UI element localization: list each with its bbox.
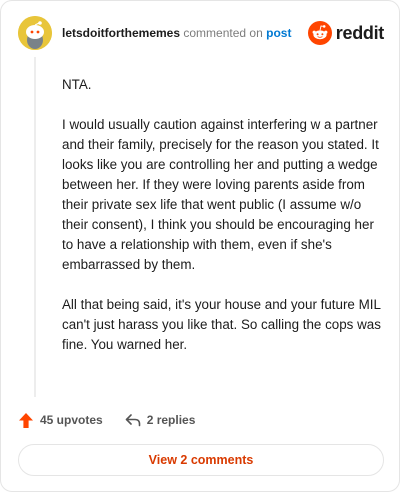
reply-arrow-icon bbox=[125, 414, 141, 427]
comment-paragraph: All that being said, it's your house and… bbox=[62, 297, 381, 352]
comment-actions: 45 upvotes 2 replies bbox=[18, 410, 195, 430]
upvote-button[interactable]: 45 upvotes bbox=[18, 412, 103, 429]
upvotes-count: 45 upvotes bbox=[40, 413, 103, 427]
comment-body: NTA. I would usually caution against int… bbox=[62, 75, 382, 375]
reddit-wordmark: reddit bbox=[335, 22, 385, 43]
post-link[interactable]: post bbox=[266, 26, 291, 40]
thread-line bbox=[34, 57, 36, 397]
upvote-arrow-icon bbox=[19, 412, 33, 428]
avatar[interactable] bbox=[18, 16, 52, 50]
reddit-brand[interactable]: reddit bbox=[307, 21, 385, 45]
reddit-logo-icon bbox=[307, 21, 332, 45]
comment-card: letsdoitforthememes commented on post re… bbox=[0, 0, 400, 492]
snoo-avatar-icon bbox=[18, 16, 52, 50]
action-text: commented on bbox=[183, 26, 263, 40]
comment-paragraph: I would usually caution against interfer… bbox=[62, 117, 379, 272]
replies-count: 2 replies bbox=[146, 413, 196, 427]
username[interactable]: letsdoitforthememes bbox=[62, 26, 180, 40]
replies-button[interactable]: 2 replies bbox=[125, 413, 196, 427]
view-comments-button[interactable]: View 2 comments bbox=[18, 444, 384, 476]
comment-meta: letsdoitforthememes commented on post bbox=[62, 26, 291, 40]
comment-paragraph: NTA. bbox=[62, 77, 92, 92]
comment-header: letsdoitforthememes commented on post re… bbox=[18, 16, 384, 50]
